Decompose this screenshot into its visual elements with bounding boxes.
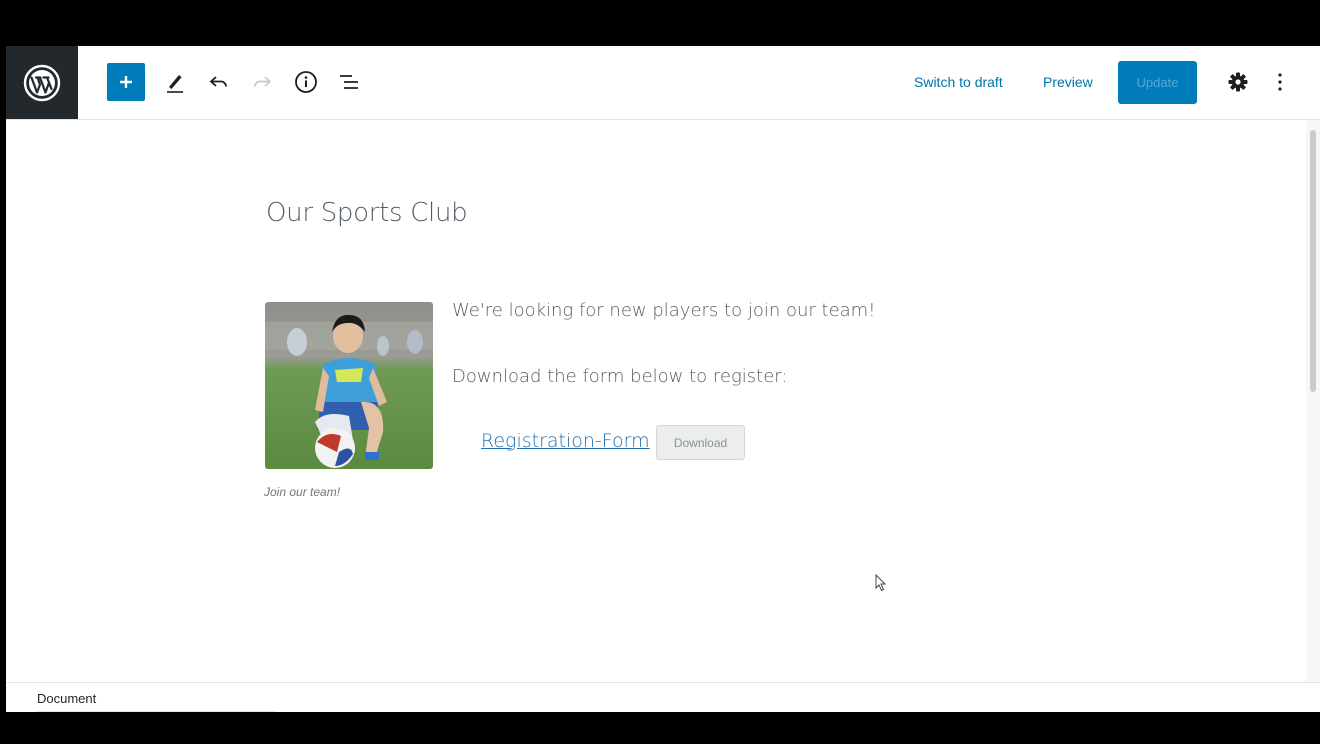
update-button[interactable]: Update: [1118, 61, 1197, 104]
preview-button[interactable]: Preview: [1043, 74, 1093, 90]
settings-button[interactable]: [1225, 64, 1251, 100]
list-view-icon: [340, 75, 358, 89]
download-button-label: Download: [673, 435, 728, 450]
plus-icon: [120, 76, 132, 88]
letterbox-bottom: [0, 712, 1320, 744]
boy-with-soccer-ball-image: [265, 302, 433, 469]
breadcrumb-document[interactable]: Document: [37, 691, 96, 706]
tools-button[interactable]: [162, 64, 188, 100]
file-link[interactable]: Registration-Form: [481, 430, 650, 452]
paragraph-join-team[interactable]: We're looking for new players to join ou…: [452, 300, 875, 321]
more-vertical-icon: [1278, 73, 1282, 91]
editor-header-toolbar: Switch to draft Preview Update: [6, 46, 1320, 120]
redo-icon: [254, 76, 272, 87]
add-block-button[interactable]: [107, 63, 145, 101]
undo-icon: [209, 76, 227, 87]
scrollbar-thumb[interactable]: [1310, 130, 1316, 392]
paragraph-download-form[interactable]: Download the form below to register:: [452, 366, 787, 387]
post-title[interactable]: Our Sports Club: [266, 198, 468, 228]
undo-button[interactable]: [206, 64, 232, 100]
details-button[interactable]: [292, 64, 320, 100]
editor-canvas: Our Sports Club Join our team! We're loo…: [6, 120, 1306, 682]
editor-scrollbar[interactable]: [1306, 120, 1320, 682]
letterbox-top: [0, 0, 1320, 46]
mouse-cursor-icon: [875, 574, 887, 592]
info-icon: [295, 71, 317, 93]
wordpress-logo-icon: [23, 64, 61, 101]
redo-button[interactable]: [249, 64, 275, 100]
more-options-button[interactable]: [1270, 64, 1290, 100]
block-editor: Switch to draft Preview Update Our Sport…: [6, 46, 1320, 712]
gear-icon: [1228, 72, 1248, 92]
update-button-label: Update: [1136, 75, 1179, 90]
block-navigation-button[interactable]: [335, 64, 363, 100]
editor-footer: Document: [6, 682, 1320, 712]
pencil-icon: [167, 75, 183, 93]
switch-to-draft-button[interactable]: Switch to draft: [914, 74, 1003, 90]
download-button[interactable]: Download: [656, 425, 745, 460]
media-text-image[interactable]: [265, 302, 433, 469]
wordpress-logo-button[interactable]: [6, 46, 78, 119]
image-caption[interactable]: Join our team!: [264, 485, 340, 499]
